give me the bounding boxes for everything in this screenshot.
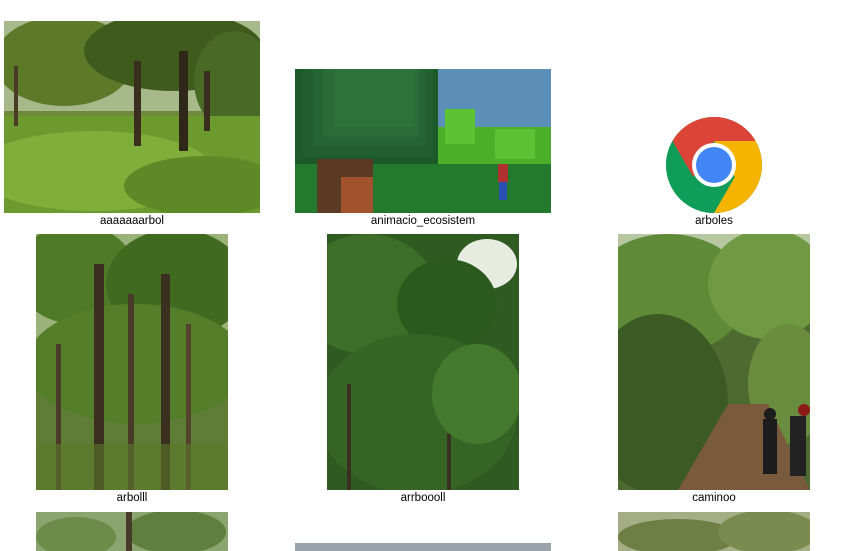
file-explorer-thumbnail-view: aaaaaaarbol animacio_ecosistem arboles a… [0,0,855,551]
thumbnail-forest-photo [327,234,519,490]
thumbnail-forest-photo [618,512,810,551]
file-name-label: animacio_ecosistem [370,215,476,227]
file-name-label: arrboooll [400,492,446,504]
thumbnail-forest-path-photo [618,234,810,490]
file-name-label: arbolll [116,492,148,504]
thumbnail-forest-photo [36,234,228,490]
thumbnail-forest-photo [4,21,260,213]
file-name-label: aaaaaaarbol [100,215,164,227]
file-name-label: arboles [695,215,733,227]
file-name-label: caminoo [692,492,736,504]
thumbnail-photo [295,543,551,551]
thumbnail-forest-photo [36,512,228,551]
chrome-icon [666,117,762,213]
thumbnail-game-render [295,69,551,213]
